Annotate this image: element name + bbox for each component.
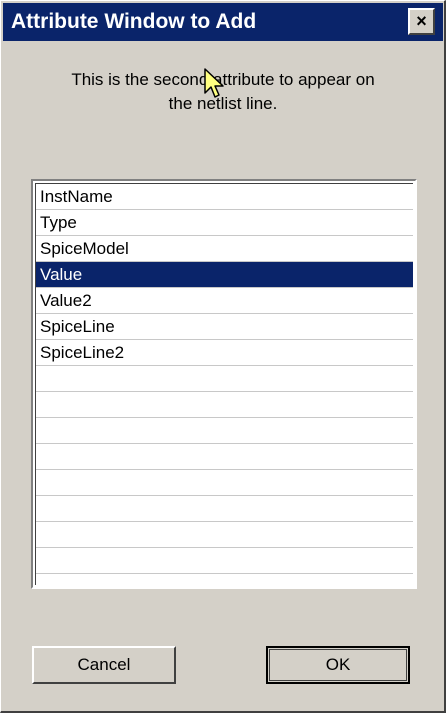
list-item-spiceline2[interactable]: SpiceLine2 [36, 340, 413, 366]
list-item-spiceline[interactable]: SpiceLine [36, 314, 413, 340]
cancel-button[interactable]: Cancel [32, 646, 176, 684]
attribute-dialog: Attribute Window to Add × This is the se… [0, 0, 446, 713]
empty-list-row[interactable] [36, 470, 413, 496]
empty-list-row[interactable] [36, 366, 413, 392]
list-item-value2[interactable]: Value2 [36, 288, 413, 314]
list-item-instname[interactable]: InstName [36, 184, 413, 210]
empty-list-row[interactable] [36, 392, 413, 418]
close-button[interactable]: × [408, 8, 435, 35]
empty-list-row[interactable] [36, 496, 413, 522]
ok-button[interactable]: OK [266, 646, 410, 684]
empty-list-row[interactable] [36, 548, 413, 574]
empty-list-row[interactable] [36, 418, 413, 444]
close-icon: × [416, 11, 427, 31]
dialog-title: Attribute Window to Add [11, 10, 257, 33]
attribute-list: InstName Type SpiceModel Value Value2 Sp… [35, 183, 413, 585]
list-item-spicemodel[interactable]: SpiceModel [36, 236, 413, 262]
attribute-listbox[interactable]: InstName Type SpiceModel Value Value2 Sp… [31, 179, 417, 589]
title-bar[interactable]: Attribute Window to Add × [3, 3, 443, 41]
list-item-value[interactable]: Value [36, 262, 413, 288]
list-item-type[interactable]: Type [36, 210, 413, 236]
mouse-pointer-icon [204, 68, 224, 98]
empty-list-row[interactable] [36, 522, 413, 548]
empty-list-row[interactable] [36, 444, 413, 470]
